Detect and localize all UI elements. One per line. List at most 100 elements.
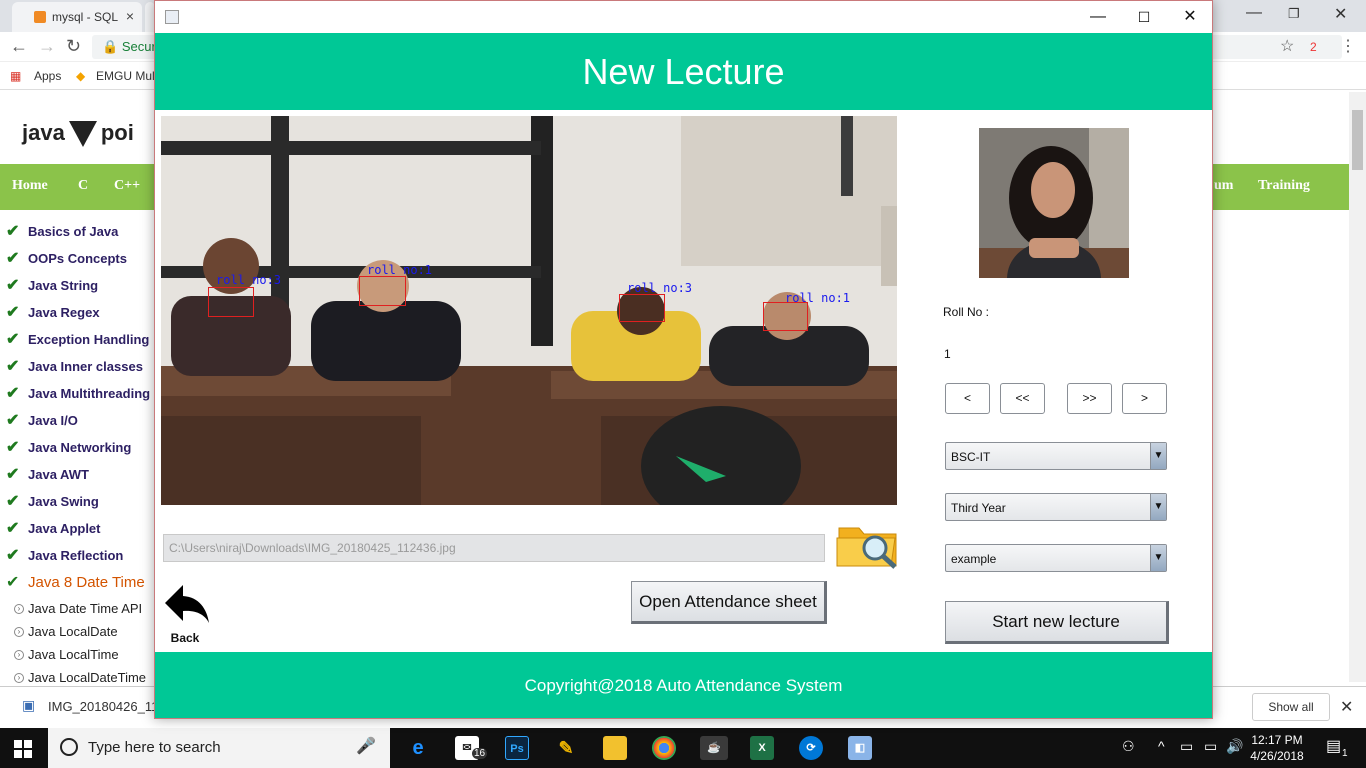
site-nav-cpp[interactable]: C++ [114, 178, 140, 194]
chevron-down-icon[interactable]: ▼ [1150, 494, 1166, 520]
people-icon[interactable]: ⚇ [1122, 738, 1135, 755]
menu-item[interactable]: ✔ Java I/O [0, 409, 160, 436]
submenu-item[interactable]: › Java LocalTime [0, 644, 160, 667]
browser-close-icon[interactable]: ✕ [1334, 4, 1347, 24]
show-all-button[interactable]: Show all [1252, 693, 1330, 721]
browse-folder-icon[interactable] [835, 518, 901, 570]
checkmark-icon: ✔ [6, 277, 20, 294]
menu-item[interactable]: ✔ Java Inner classes [0, 355, 160, 382]
page-scrollbar[interactable] [1349, 92, 1366, 682]
checkmark-icon: ✔ [6, 358, 20, 375]
back-button[interactable]: Back [163, 583, 211, 645]
site-nav-training[interactable]: Training [1258, 178, 1310, 194]
taskbar-search[interactable]: Type here to search 🎤 [48, 728, 390, 768]
open-attendance-sheet-button[interactable]: Open Attendance sheet [631, 581, 827, 624]
reload-icon[interactable]: ↻ [66, 36, 81, 57]
volume-icon[interactable]: 🔊 [1226, 738, 1243, 755]
course-select[interactable]: BSC-IT ▼ [945, 442, 1167, 470]
extension-badge[interactable]: 2 [1310, 40, 1317, 54]
face-detection-box [619, 294, 665, 322]
network-icon[interactable]: ▭ [1180, 738, 1193, 755]
image-path-field[interactable]: C:\Users\niraj\Downloads\IMG_20180425_11… [163, 534, 825, 562]
battery-icon[interactable]: ▭ [1204, 738, 1217, 755]
menu-item[interactable]: ✔ Java Swing [0, 490, 160, 517]
browser-restore-icon[interactable]: ❐ [1288, 6, 1300, 22]
site-logo[interactable]: java poi [22, 120, 134, 148]
paint-icon[interactable]: ✎ [554, 736, 578, 760]
menu-item[interactable]: ✔ Java String [0, 274, 160, 301]
menu-item[interactable]: ✔ Java Multithreading [0, 382, 160, 409]
start-new-lecture-button[interactable]: Start new lecture [945, 601, 1169, 644]
java-app-icon[interactable]: ☕ [700, 736, 728, 760]
next-button[interactable]: > [1122, 383, 1167, 414]
action-center-icon[interactable]: ▤ [1326, 736, 1341, 756]
site-nav-c[interactable]: C [78, 178, 88, 194]
download-item[interactable]: IMG_20180426_11 [48, 699, 158, 714]
menu-item-label: Java AWT [28, 467, 89, 482]
browser-minimize-icon[interactable]: — [1246, 4, 1262, 22]
submenu-item[interactable]: › Java Date Time API [0, 598, 160, 621]
menu-item[interactable]: ✔ Java Networking [0, 436, 160, 463]
cortana-icon [60, 738, 78, 756]
menu-item[interactable]: ✔ Java Regex [0, 301, 160, 328]
excel-icon[interactable]: X [750, 736, 774, 760]
bookmark-emgu[interactable]: EMGU Mul [96, 69, 155, 83]
year-select[interactable]: Third Year ▼ [945, 493, 1167, 521]
file-explorer-icon[interactable] [603, 736, 627, 760]
close-downloads-icon[interactable]: ✕ [1340, 697, 1353, 717]
chevron-down-icon[interactable]: ▼ [1150, 443, 1166, 469]
menu-item[interactable]: ✔ Java Applet [0, 517, 160, 544]
logo-text-left: java [22, 120, 65, 145]
menu-item[interactable]: ✔ Java Reflection [0, 544, 160, 571]
back-arrow-icon [165, 585, 209, 623]
minimize-icon[interactable]: — [1083, 7, 1113, 27]
close-icon[interactable]: ✕ [1175, 7, 1205, 27]
menu-item[interactable]: ✔ Basics of Java [0, 220, 160, 247]
microphone-icon[interactable]: 🎤 [356, 736, 376, 756]
java-window-icon [165, 10, 179, 24]
tray-chevron-icon[interactable]: ^ [1158, 738, 1165, 754]
chrome-icon[interactable] [652, 736, 676, 760]
apps-grid-icon: ▦ [10, 69, 22, 83]
menu-item[interactable]: ✔ Java AWT [0, 463, 160, 490]
first-button[interactable]: << [1000, 383, 1045, 414]
emgu-favicon-icon: ◆ [76, 69, 86, 83]
bookmark-apps[interactable]: Apps [34, 69, 61, 83]
windows-start-icon[interactable] [14, 740, 32, 758]
checkmark-icon: ✔ [6, 547, 20, 564]
chevron-down-icon[interactable]: ▼ [1150, 545, 1166, 571]
menu-item[interactable]: ✔ OOPs Concepts [0, 247, 160, 274]
bullet-arrow-icon: › [14, 627, 24, 637]
photoshop-icon[interactable]: Ps [505, 736, 529, 760]
back-arrow-icon[interactable]: ← [10, 36, 28, 57]
bullet-arrow-icon: › [14, 604, 24, 614]
window-title-bar[interactable]: — ☐ ✕ [155, 1, 1212, 33]
maximize-icon[interactable]: ☐ [1129, 7, 1159, 27]
menu-item[interactable]: ✔ Exception Handling [0, 328, 160, 355]
face-detection-box [208, 287, 254, 317]
forward-arrow-icon[interactable]: → [38, 36, 56, 57]
site-nav-home[interactable]: Home [12, 178, 48, 194]
face-label: roll no:3 [216, 273, 282, 287]
previous-button[interactable]: < [945, 383, 990, 414]
browser-tab-title: mysql - SQL [52, 10, 119, 24]
chrome-menu-icon[interactable]: ⋮ [1340, 36, 1356, 56]
virtualbox-icon[interactable]: ◧ [848, 736, 872, 760]
subject-select[interactable]: example ▼ [945, 544, 1167, 572]
sync-icon[interactable]: ⟳ [799, 736, 823, 760]
menu-item-label: Java Networking [28, 440, 132, 455]
new-lecture-window: — ☐ ✕ New Lecture roll no:3 roll no:1 ro… [154, 0, 1213, 719]
clock[interactable]: 12:17 PM 4/26/2018 [1244, 732, 1310, 764]
page-title: New Lecture [582, 51, 785, 92]
scrollbar-thumb[interactable] [1352, 110, 1363, 170]
submenu-item[interactable]: › Java LocalDate [0, 621, 160, 644]
edge-icon[interactable]: e [406, 736, 430, 760]
bullet-arrow-icon: › [14, 673, 24, 683]
last-button[interactable]: >> [1067, 383, 1112, 414]
star-icon[interactable]: ☆ [1280, 36, 1294, 56]
menu-item[interactable]: ✔ Java 8 Date Time [0, 571, 160, 598]
close-tab-icon[interactable]: × [126, 8, 134, 24]
site-nav-forum[interactable]: um [1214, 178, 1233, 194]
menu-item-label: Java Applet [28, 521, 101, 536]
browser-tab[interactable]: mysql - SQL × [12, 2, 142, 32]
